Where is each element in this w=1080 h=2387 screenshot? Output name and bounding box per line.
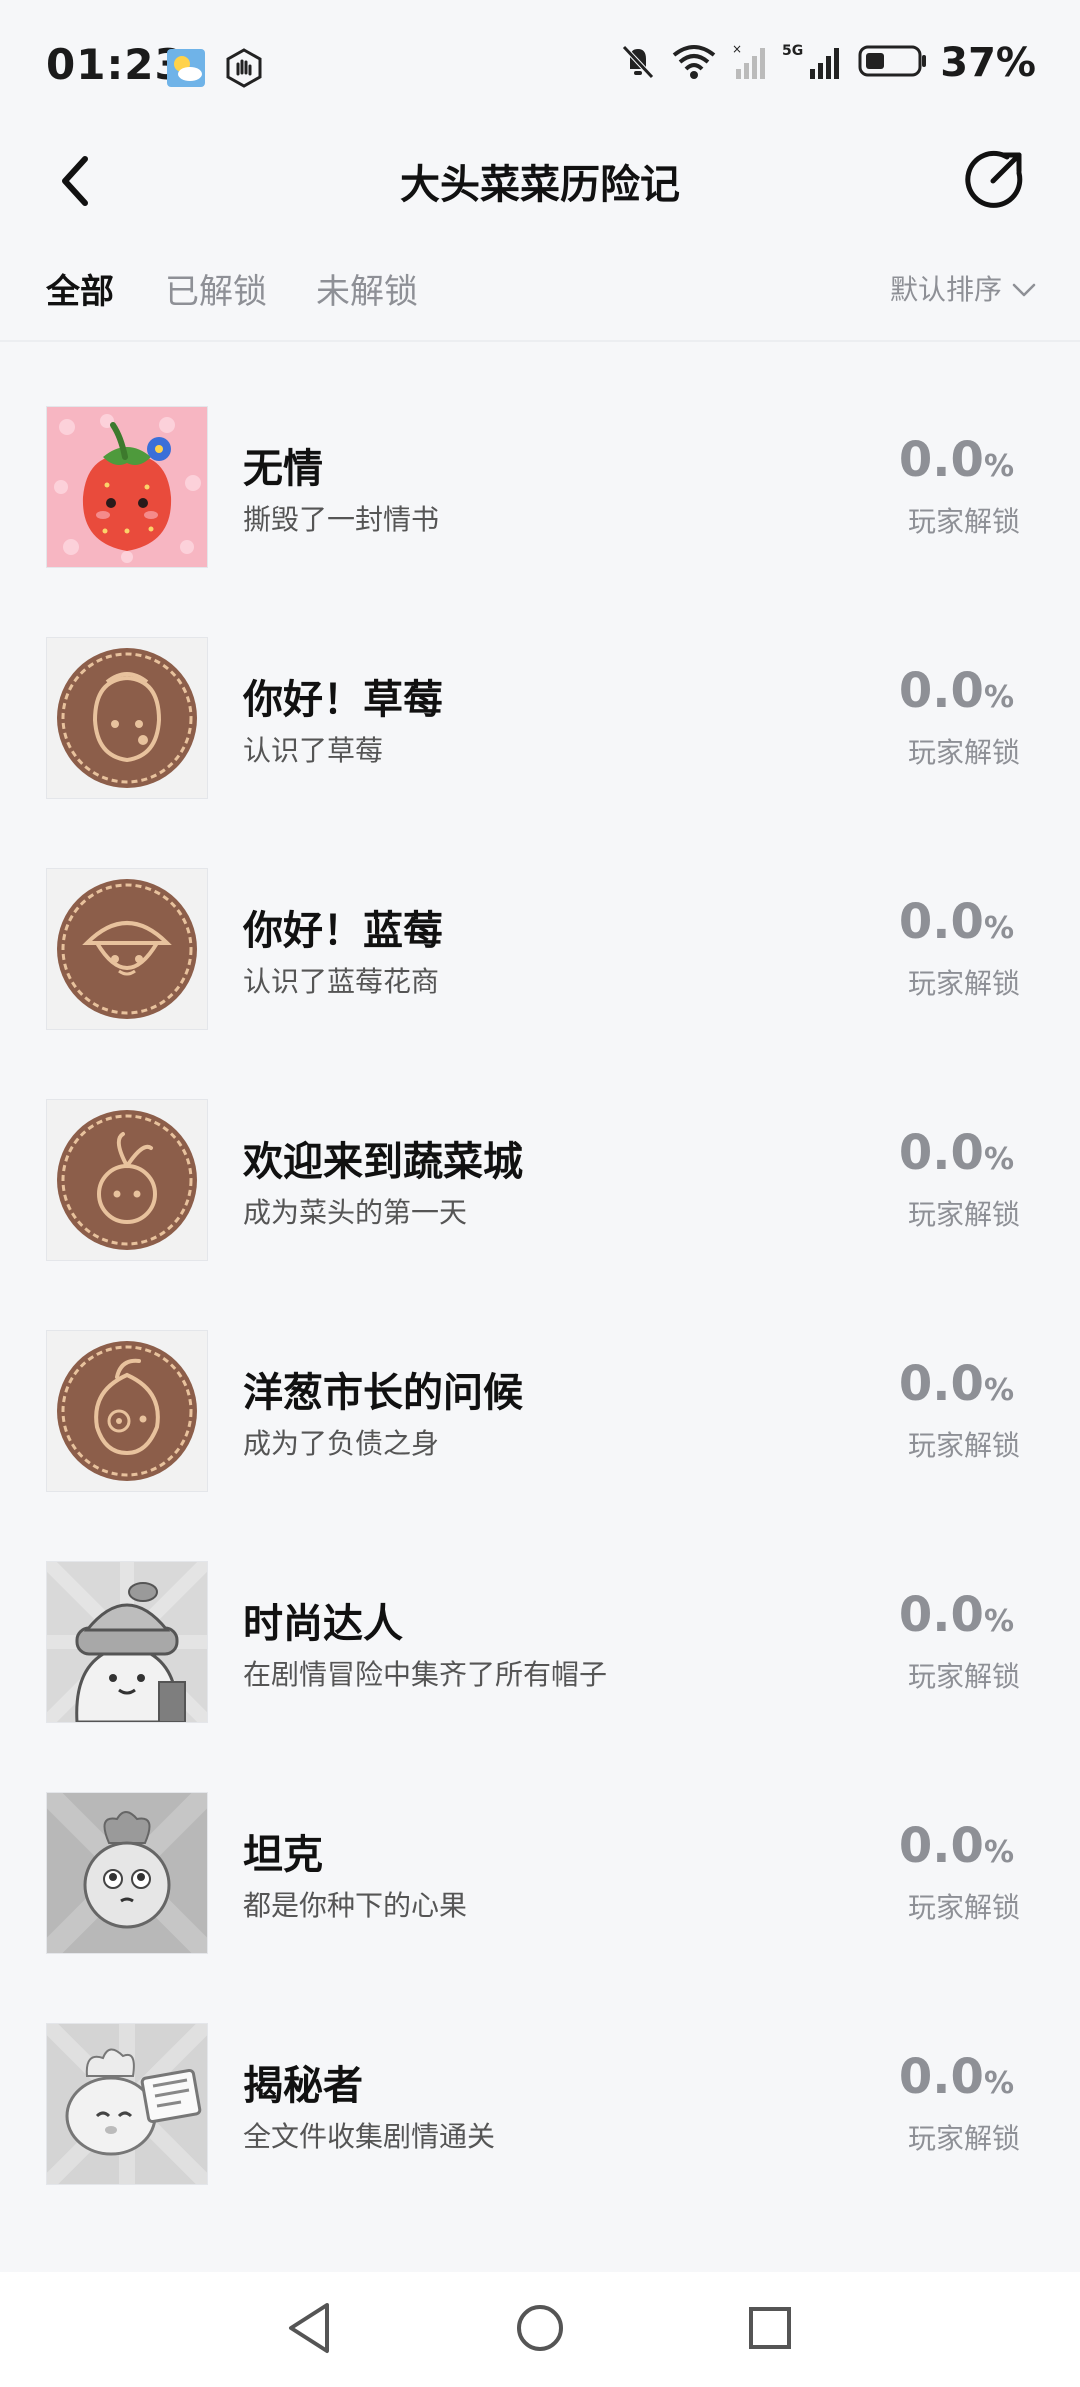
achievement-thumb <box>46 1099 208 1261</box>
achievement-desc: 撕毁了一封情书 <box>243 503 440 536</box>
hat-character-icon <box>47 1562 207 1722</box>
tab-unlocked[interactable]: 已解锁 <box>165 264 267 313</box>
status-time: 01:23 <box>46 40 185 89</box>
tank-character-icon <box>47 1793 207 1953</box>
achievement-desc: 认识了草莓 <box>243 734 384 767</box>
achievement-title: 无情 <box>243 446 323 492</box>
achievement-thumb <box>46 1561 208 1723</box>
achievement-title: 你好！草莓 <box>243 677 443 723</box>
achievement-thumb <box>46 1792 208 1954</box>
unlock-percent: 0.0% <box>898 1125 1014 1181</box>
unlock-percent: 0.0% <box>898 1356 1014 1412</box>
list-item[interactable]: 坦克 都是你种下的心果 0.0% 玩家解锁 <box>0 1766 1080 1997</box>
svg-text:×: × <box>732 42 742 56</box>
tab-locked[interactable]: 未解锁 <box>316 264 418 313</box>
status-bar: 01:23 × 5G 37% <box>0 0 1080 130</box>
document-character-icon <box>47 2024 207 2184</box>
app-root: 01:23 × 5G 37% 大头菜菜历险记 全部 已解锁 未解锁 默认排序 无… <box>0 0 1080 2387</box>
mute-icon <box>618 41 658 85</box>
unlock-label: 玩家解锁 <box>907 1198 1020 1231</box>
nav-recents-button[interactable] <box>738 2298 802 2362</box>
achievement-thumb <box>46 868 208 1030</box>
unlock-label: 玩家解锁 <box>907 1429 1020 1462</box>
achievement-desc: 全文件收集剧情通关 <box>243 2120 496 2153</box>
achievement-title: 坦克 <box>243 1832 323 1878</box>
achievement-desc: 都是你种下的心果 <box>243 1889 468 1922</box>
achievement-desc: 成为菜头的第一天 <box>243 1196 468 1229</box>
unlock-percent: 0.0% <box>898 1587 1014 1643</box>
list-item[interactable]: 你好！草莓 认识了草莓 0.0% 玩家解锁 <box>0 611 1080 842</box>
unlock-label: 玩家解锁 <box>907 1891 1020 1924</box>
battery-icon <box>858 41 928 85</box>
achievement-title: 揭秘者 <box>243 2063 363 2109</box>
sort-label: 默认排序 <box>889 273 1002 306</box>
achievement-thumb <box>46 1330 208 1492</box>
unlock-percent: 0.0% <box>898 1818 1014 1874</box>
list-item[interactable]: 无情 撕毁了一封情书 0.0% 玩家解锁 <box>0 380 1080 611</box>
achievement-title: 欢迎来到蔬菜城 <box>243 1139 523 1185</box>
tab-all[interactable]: 全部 <box>46 264 114 313</box>
blueberry-badge-icon <box>47 869 207 1029</box>
onion-badge-icon <box>47 1331 207 1491</box>
chevron-down-icon <box>1012 272 1036 305</box>
unlock-percent: 0.0% <box>898 663 1014 719</box>
share-icon <box>963 147 1027 215</box>
list-item[interactable]: 你好！蓝莓 认识了蓝莓花商 0.0% 玩家解锁 <box>0 842 1080 1073</box>
share-button[interactable] <box>950 136 1040 226</box>
system-nav-bar <box>0 2272 1080 2387</box>
strawberry-icon <box>47 407 207 567</box>
square-recents-icon <box>745 2303 795 2357</box>
achievement-thumb <box>46 406 208 568</box>
achievement-title: 你好！蓝莓 <box>243 908 443 954</box>
signal-5g-icon: 5G <box>782 41 846 85</box>
achievement-thumb <box>46 2023 208 2185</box>
battery-percent: 37% <box>940 40 1036 86</box>
page-title: 大头菜菜历险记 <box>400 162 680 208</box>
achievement-title: 时尚达人 <box>243 1601 403 1647</box>
weather-icon <box>166 48 206 92</box>
achievement-desc: 认识了蓝莓花商 <box>243 965 440 998</box>
unlock-label: 玩家解锁 <box>907 2122 1020 2155</box>
gesture-icon <box>224 48 264 92</box>
svg-text:5G: 5G <box>782 43 803 59</box>
signal-sim1-icon: × <box>730 41 770 85</box>
list-item[interactable]: 时尚达人 在剧情冒险中集齐了所有帽子 0.0% 玩家解锁 <box>0 1535 1080 1766</box>
unlock-label: 玩家解锁 <box>907 736 1020 769</box>
unlock-label: 玩家解锁 <box>907 967 1020 1000</box>
list-item[interactable]: 欢迎来到蔬菜城 成为菜头的第一天 0.0% 玩家解锁 <box>0 1073 1080 1304</box>
achievement-thumb <box>46 637 208 799</box>
unlock-label: 玩家解锁 <box>907 505 1020 538</box>
filter-tabs: 全部 已解锁 未解锁 默认排序 <box>0 250 1080 342</box>
nav-home-button[interactable] <box>508 2298 572 2362</box>
strawberry-badge-icon <box>47 638 207 798</box>
list-item[interactable]: 洋葱市长的问候 成为了负债之身 0.0% 玩家解锁 <box>0 1304 1080 1535</box>
triangle-back-icon <box>285 2301 335 2359</box>
header: 大头菜菜历险记 <box>0 130 1080 240</box>
achievement-list: 无情 撕毁了一封情书 0.0% 玩家解锁 你好！草莓 认识了草莓 0.0% 玩家… <box>0 380 1080 2228</box>
nav-back-button[interactable] <box>278 2298 342 2362</box>
achievement-title: 洋葱市长的问候 <box>243 1370 523 1416</box>
achievement-desc: 成为了负债之身 <box>243 1427 440 1460</box>
wifi-icon <box>670 41 718 85</box>
achievement-desc: 在剧情冒险中集齐了所有帽子 <box>243 1658 608 1691</box>
unlock-label: 玩家解锁 <box>907 1660 1020 1693</box>
circle-home-icon <box>513 2301 567 2359</box>
list-item[interactable]: 揭秘者 全文件收集剧情通关 0.0% 玩家解锁 <box>0 1997 1080 2228</box>
turnip-badge-icon <box>47 1100 207 1260</box>
unlock-percent: 0.0% <box>898 432 1014 488</box>
unlock-percent: 0.0% <box>898 894 1014 950</box>
unlock-percent: 0.0% <box>898 2049 1014 2105</box>
sort-dropdown[interactable]: 默认排序 <box>890 268 1036 308</box>
